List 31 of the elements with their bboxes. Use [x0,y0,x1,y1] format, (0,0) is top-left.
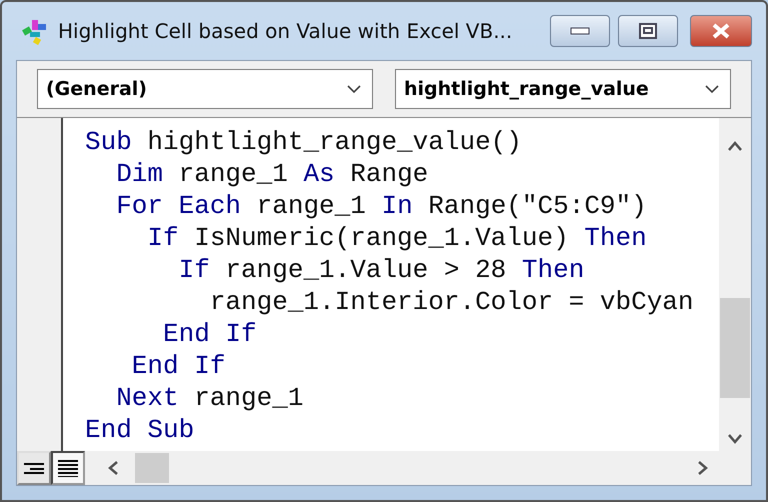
scroll-up-icon[interactable] [727,140,743,152]
code-line: If range_1.Value > 28 Then [178,254,586,286]
scroll-left-icon[interactable] [107,460,119,476]
code-line: Dim range_1 As Range [115,158,430,190]
scrollbar-thumb[interactable] [720,298,750,398]
dropdown[interactable]: hightlight_range_value [395,69,731,109]
window-title: Highlight Cell based on Value with Excel VB... [58,19,514,43]
minimize-icon [570,27,590,35]
lines-icon [58,459,78,477]
full-module-view-button[interactable] [51,451,85,485]
scroll-right-icon[interactable] [697,460,709,476]
minimize-button[interactable] [550,15,610,47]
code-line: If IsNumeric(range_1.Value) Then [146,222,648,254]
code-line: End Sub [85,414,196,446]
code-line: End If [162,318,258,350]
close-button[interactable] [690,15,752,47]
close-icon [711,23,731,39]
code-line: For Each range_1 In Range("C5:C9") [115,190,648,222]
code-line: End If [130,350,226,382]
chevron-down-icon [704,84,720,94]
dropdown[interactable]: (General) [37,69,373,109]
code-line: Sub hightlight_range_value() [85,126,523,158]
code-line: Next range_1 [115,382,304,414]
lines-icon [24,462,44,474]
scroll-down-icon[interactable] [727,433,743,445]
scrollbar-thumb[interactable] [135,453,169,483]
maximize-button[interactable] [618,15,678,47]
maximize-icon [639,23,657,39]
chevron-down-icon [346,84,362,94]
code-line: range_1.Interior.Color = vbCyan [208,286,694,318]
procedure-view-button[interactable] [17,451,51,485]
